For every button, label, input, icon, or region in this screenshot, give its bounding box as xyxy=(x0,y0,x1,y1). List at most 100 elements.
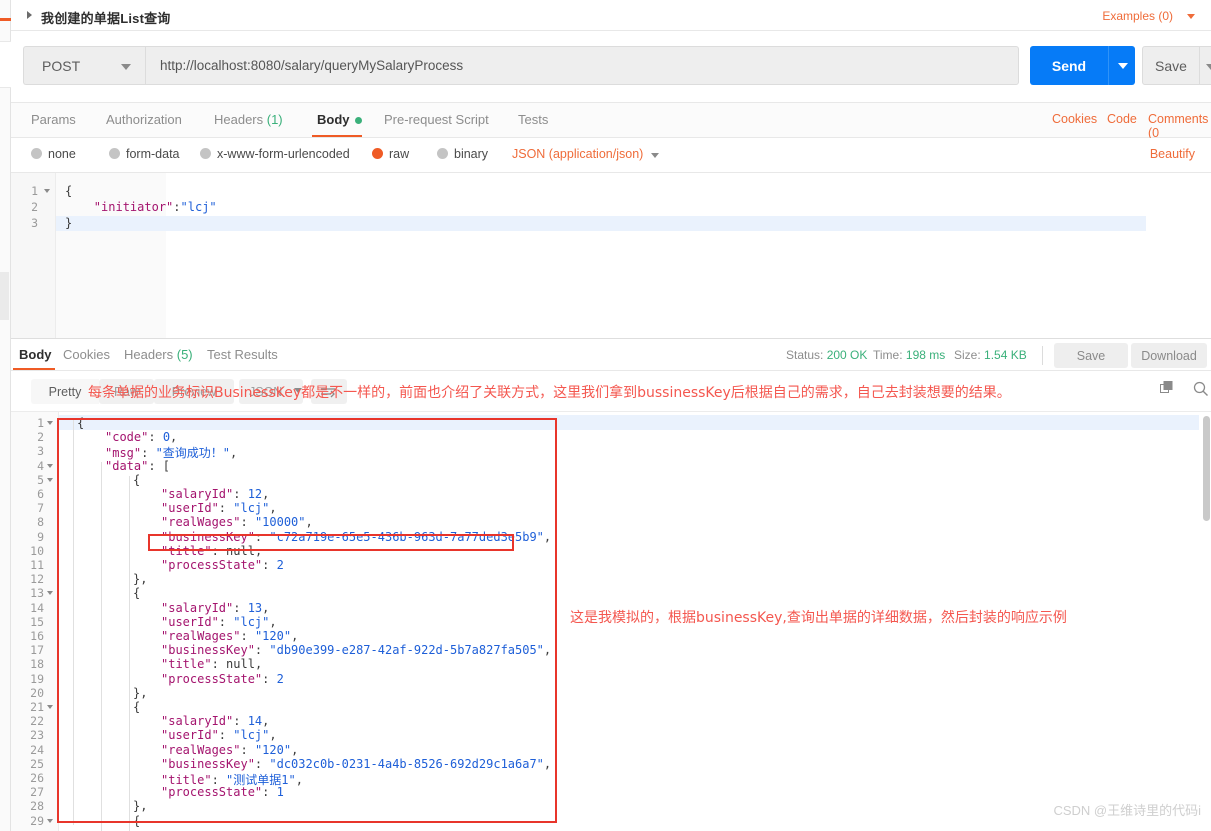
fold-toggle-icon[interactable] xyxy=(47,818,53,823)
url-bar: POST http://localhost:8080/salary/queryM… xyxy=(11,31,1211,103)
header-link-code[interactable]: Code xyxy=(1107,112,1137,126)
save-options-button[interactable] xyxy=(1200,46,1211,85)
chevron-down-icon xyxy=(1118,63,1128,69)
radio-icon xyxy=(31,148,42,159)
request-tab-pre-request-script[interactable]: Pre-request Script xyxy=(384,112,489,127)
content-type-selector[interactable]: JSON (application/json) xyxy=(512,147,643,161)
line-number: 21 xyxy=(30,700,44,714)
response-tab-test-results[interactable]: Test Results xyxy=(207,347,278,362)
radio-icon xyxy=(200,148,211,159)
annotation-right: 这是我模拟的，根据businessKey,查询出单据的详细数据，然后封装的响应示… xyxy=(570,610,1067,626)
fold-toggle-icon[interactable] xyxy=(44,189,50,193)
rail-chunk-lower xyxy=(0,272,9,320)
line-number: 18 xyxy=(30,657,44,672)
request-body-editor[interactable]: 1 2 3 {"initiator":"lcj"} xyxy=(11,173,1211,338)
rail-accent xyxy=(0,18,11,21)
request-tab-params[interactable]: Params xyxy=(31,112,76,127)
line-number: 13 xyxy=(30,586,44,601)
body-type-row: Beautify none form-data x-www-form-urlenco… xyxy=(11,138,1211,173)
body-type-label: raw xyxy=(389,147,410,161)
response-scrollbar-thumb[interactable] xyxy=(1203,416,1210,521)
chevron-down-icon[interactable] xyxy=(651,153,659,158)
tab-label: Pre-request Script xyxy=(384,112,489,127)
line-number: 28 xyxy=(30,799,44,814)
request-header: 我创建的单据List查询 Examples (0) xyxy=(11,0,1211,31)
request-tab-body[interactable]: Body xyxy=(317,112,362,127)
line-number: 29 xyxy=(30,813,44,828)
request-code[interactable]: {"initiator":"lcj"} xyxy=(56,173,1211,338)
token: } xyxy=(65,216,73,230)
response-tab-headers[interactable]: Headers (5) xyxy=(124,347,193,362)
tab-label: Params xyxy=(31,112,76,127)
chevron-right-icon[interactable] xyxy=(27,11,32,19)
body-type-x-www-form-urlencoded[interactable]: x-www-form-urlencoded xyxy=(200,147,350,161)
size: Size: 1.54 KB xyxy=(954,348,1027,362)
request-tab-tests[interactable]: Tests xyxy=(518,112,548,127)
body-type-label: form-data xyxy=(126,147,180,161)
request-tab-authorization[interactable]: Authorization xyxy=(106,112,182,127)
save-button[interactable]: Save xyxy=(1142,46,1200,85)
highlight-box-businesskey xyxy=(148,534,514,551)
token: { xyxy=(65,184,73,198)
token: "initiator" xyxy=(93,200,174,214)
header-link-cookies[interactable]: Cookies xyxy=(1052,112,1097,126)
body-type-raw[interactable]: raw xyxy=(372,147,409,161)
request-tab-headers[interactable]: Headers (1) xyxy=(214,112,283,127)
response-save-button[interactable]: Save xyxy=(1054,343,1128,368)
radio-icon xyxy=(372,148,383,159)
tab-label: Body xyxy=(317,112,350,127)
response-download-button[interactable]: Download xyxy=(1131,343,1207,368)
tab-label: Body xyxy=(19,347,52,362)
postman-window: 我创建的单据List查询 Examples (0) POST http://lo… xyxy=(0,0,1211,831)
fold-toggle-icon[interactable] xyxy=(47,421,53,425)
line-number: 2 xyxy=(31,200,38,214)
body-type-none[interactable]: none xyxy=(31,147,76,161)
tab-label: Headers xyxy=(124,347,174,362)
response-scrollbar[interactable] xyxy=(1202,412,1211,831)
response-tab-cookies[interactable]: Cookies xyxy=(63,347,110,362)
fold-toggle-icon[interactable] xyxy=(47,463,53,468)
examples-link[interactable]: Examples (0) xyxy=(1102,9,1173,23)
fold-toggle-icon[interactable] xyxy=(47,591,53,596)
send-options-button[interactable] xyxy=(1108,46,1135,85)
beautify-link[interactable]: Beautify xyxy=(1150,147,1195,161)
line-number: 9 xyxy=(37,529,44,544)
response-tab-body[interactable]: Body xyxy=(19,347,52,362)
request-title: 我创建的单据List查询 xyxy=(41,11,171,26)
body-type-binary[interactable]: binary xyxy=(437,147,488,161)
chevron-down-icon[interactable] xyxy=(1187,14,1195,19)
line-number: 11 xyxy=(30,558,44,572)
line-number: 7 xyxy=(37,501,44,516)
line-number: 22 xyxy=(30,714,44,729)
url-input[interactable]: http://localhost:8080/salary/queryMySala… xyxy=(145,46,1019,85)
highlight-box-response xyxy=(57,418,557,823)
body-type-form-data[interactable]: form-data xyxy=(109,147,180,161)
method-selector[interactable]: POST xyxy=(23,46,145,85)
line-number: 25 xyxy=(30,756,44,771)
radio-icon xyxy=(109,148,120,159)
tab-count: (1) xyxy=(263,112,283,127)
fold-toggle-icon[interactable] xyxy=(47,705,53,709)
line-number: 4 xyxy=(37,458,44,473)
tab-label: Cookies xyxy=(63,347,110,362)
fold-toggle-icon[interactable] xyxy=(47,477,53,482)
copy-icon[interactable] xyxy=(1160,381,1175,396)
rail-chunk-upper xyxy=(0,41,11,88)
token: : xyxy=(173,200,181,214)
search-icon[interactable] xyxy=(1193,381,1209,397)
size-label: Size: xyxy=(954,348,985,362)
left-rail xyxy=(0,0,11,831)
line-number: 16 xyxy=(30,629,44,643)
line-number: 8 xyxy=(37,515,44,530)
method-label: POST xyxy=(42,58,81,74)
line-number: 3 xyxy=(31,216,38,230)
line-number: 27 xyxy=(30,785,44,800)
line-number: 5 xyxy=(37,472,44,487)
response-gutter: 1 2 3 4 5 6 7 8 9 10 11 12 13 14 15 16 17 18 19 20 21 22 23 24 2… xyxy=(11,412,59,831)
request-gutter: 1 2 3 xyxy=(11,173,56,338)
annotation-top: 每条单据的业务标识BusinessKey都是不一样的，前面也介绍了关联方式，这里… xyxy=(88,385,1011,401)
body-type-label: none xyxy=(48,147,76,161)
header-link-comments-[interactable]: Comments (0 xyxy=(1148,112,1211,140)
send-button[interactable]: Send xyxy=(1030,46,1108,85)
line-number: 20 xyxy=(30,685,44,700)
